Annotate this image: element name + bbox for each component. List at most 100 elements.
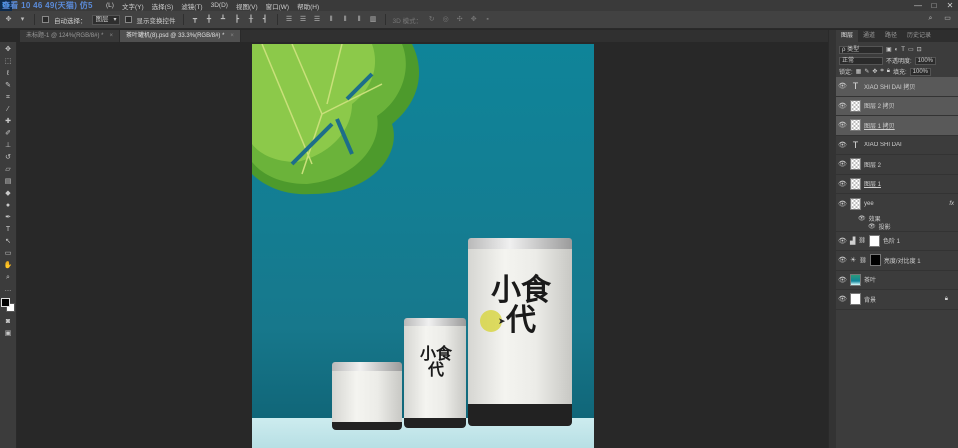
auto-align-icon[interactable]: ▥ bbox=[369, 16, 378, 24]
eye-icon[interactable]: 👁︎ bbox=[838, 102, 847, 110]
tab-layers[interactable]: 图层 bbox=[836, 30, 859, 42]
fx-badge[interactable]: fx bbox=[949, 201, 954, 207]
align-bottom-icon[interactable]: ┻ bbox=[219, 16, 228, 24]
canvas-area[interactable]: 小食代 小食代 ➤ bbox=[18, 42, 828, 448]
eye-icon[interactable]: 👁︎ bbox=[838, 160, 847, 168]
layer-kind-filter[interactable]: ρ 类型 bbox=[839, 45, 883, 54]
distribute-hcenter-icon[interactable]: ⦀ bbox=[341, 16, 350, 24]
eye-icon[interactable]: 👁︎ bbox=[838, 256, 847, 264]
filter-pixel-icon[interactable]: ▣ bbox=[886, 46, 892, 53]
hand-tool-icon[interactable]: ✋ bbox=[3, 260, 14, 272]
move-tool-icon[interactable]: ✥ bbox=[4, 16, 13, 24]
menu-item-3d[interactable]: 3D(D) bbox=[207, 2, 232, 9]
blend-mode-dropdown[interactable]: 正常 bbox=[839, 56, 883, 65]
layer-row[interactable]: 👁︎ ▟ ⛓︎ 色阶 1 bbox=[836, 232, 958, 251]
type-tool-icon[interactable]: T bbox=[3, 224, 14, 236]
filter-smart-icon[interactable]: ⊡ bbox=[917, 46, 922, 53]
eraser-tool-icon[interactable]: ▱ bbox=[3, 164, 14, 176]
layer-row[interactable]: 👁︎ yee fx bbox=[836, 194, 958, 214]
eye-icon[interactable]: 👁︎ bbox=[838, 180, 847, 188]
gradient-tool-icon[interactable]: ▤ bbox=[3, 176, 14, 188]
brush-tool-icon[interactable]: ✐ bbox=[3, 128, 14, 140]
layer-row[interactable]: 👁︎ 图层 2 bbox=[836, 155, 958, 175]
menu-item-window[interactable]: 窗口(W) bbox=[262, 1, 293, 11]
distribute-vcenter-icon[interactable]: ☰ bbox=[299, 16, 308, 24]
pen-tool-icon[interactable]: ✒ bbox=[3, 212, 14, 224]
eye-icon[interactable]: 👁︎ bbox=[858, 215, 866, 222]
lock-pixels-icon[interactable]: ▦ bbox=[856, 68, 862, 75]
opacity-field[interactable]: 100% bbox=[914, 56, 937, 65]
filter-adjust-icon[interactable]: ◐ bbox=[895, 47, 899, 53]
auto-select-checkbox[interactable] bbox=[42, 16, 49, 23]
layer-row[interactable]: 👁︎ 图层 1 拷贝 bbox=[836, 116, 958, 136]
color-swatches[interactable] bbox=[1, 298, 15, 312]
layer-row[interactable]: 👁︎ T XIAO SHI DAI bbox=[836, 136, 958, 155]
3d-rotate-icon[interactable]: ↻ bbox=[427, 16, 436, 24]
fill-field[interactable]: 100% bbox=[909, 67, 932, 76]
3d-scale-icon[interactable]: ▪ bbox=[483, 16, 492, 24]
lock-paint-icon[interactable]: ✎ bbox=[864, 68, 869, 75]
eye-icon[interactable]: 👁︎ bbox=[838, 200, 847, 208]
menu-item-filter[interactable]: 滤镜(T) bbox=[177, 1, 206, 11]
eye-icon[interactable]: 👁︎ bbox=[838, 295, 847, 303]
minimize-button[interactable]: — bbox=[910, 0, 926, 11]
menu-item-view[interactable]: 视图(V) bbox=[232, 1, 262, 11]
close-icon[interactable]: × bbox=[230, 30, 234, 42]
layer-row[interactable]: 👁︎ T XIAO SHI DAI 拷贝 bbox=[836, 77, 958, 97]
align-top-icon[interactable]: ┳ bbox=[191, 16, 200, 24]
distribute-right-icon[interactable]: ⦀ bbox=[355, 16, 364, 24]
eye-icon[interactable]: 👁︎ bbox=[838, 121, 847, 129]
chevron-down-icon[interactable]: ▾ bbox=[18, 16, 27, 24]
menu-item-help[interactable]: 帮助(H) bbox=[293, 1, 323, 11]
crop-tool-icon[interactable]: ⌗ bbox=[3, 92, 14, 104]
path-select-icon[interactable]: ↖ bbox=[3, 236, 14, 248]
distribute-bottom-icon[interactable]: ☰ bbox=[313, 16, 322, 24]
close-button[interactable]: ✕ bbox=[942, 0, 958, 11]
healing-brush-icon[interactable]: ✚ bbox=[3, 116, 14, 128]
effects-row[interactable]: 👁︎ 效果 bbox=[836, 214, 958, 223]
quick-mask-icon[interactable]: ◙ bbox=[3, 316, 14, 328]
layer-row[interactable]: 👁︎ 背景 🔒︎ bbox=[836, 290, 958, 310]
tab-channels[interactable]: 通道 bbox=[858, 30, 880, 42]
collapsed-panel-strip[interactable] bbox=[828, 30, 836, 448]
tab-history[interactable]: 历史记录 bbox=[902, 30, 936, 42]
workspace-icon[interactable]: ▭ bbox=[943, 15, 952, 23]
filter-type-icon[interactable]: T bbox=[901, 47, 905, 53]
clone-stamp-icon[interactable]: ⊥ bbox=[3, 140, 14, 152]
menu-item-select[interactable]: 选择(S) bbox=[148, 1, 178, 11]
search-icon[interactable]: ⌕ bbox=[926, 15, 935, 23]
filter-shape-icon[interactable]: ▭ bbox=[908, 46, 914, 53]
3d-roll-icon[interactable]: ◎ bbox=[441, 16, 450, 24]
marquee-tool-icon[interactable]: ⬚ bbox=[3, 56, 14, 68]
eye-icon[interactable]: 👁︎ bbox=[838, 82, 847, 90]
screen-mode-icon[interactable]: ▣ bbox=[3, 328, 14, 340]
3d-slide-icon[interactable]: ✥ bbox=[469, 16, 478, 24]
eye-icon[interactable]: 👁︎ bbox=[838, 237, 847, 245]
layer-row[interactable]: 👁︎ 图层 1 bbox=[836, 175, 958, 194]
foreground-color-swatch[interactable] bbox=[1, 298, 10, 307]
eyedropper-tool-icon[interactable]: ⁄ bbox=[3, 104, 14, 116]
tab-paths[interactable]: 路径 bbox=[880, 30, 902, 42]
menu-item-type[interactable]: 文字(Y) bbox=[118, 1, 148, 11]
drop-shadow-row[interactable]: 👁︎ 投影 bbox=[836, 223, 958, 232]
lasso-tool-icon[interactable]: ℓ bbox=[3, 68, 14, 80]
eye-icon[interactable]: 👁︎ bbox=[838, 141, 847, 149]
show-transform-checkbox[interactable] bbox=[124, 16, 132, 23]
shape-tool-icon[interactable]: ▭ bbox=[3, 248, 14, 260]
move-tool-icon[interactable]: ✥ bbox=[3, 44, 14, 56]
zoom-tool-icon[interactable]: ⌕ bbox=[3, 272, 14, 284]
blur-tool-icon[interactable]: ◆ bbox=[3, 188, 14, 200]
menu-item-layer[interactable]: (L) bbox=[102, 2, 118, 9]
quick-select-tool-icon[interactable]: ✎ bbox=[3, 80, 14, 92]
3d-drag-icon[interactable]: ✣ bbox=[455, 16, 464, 24]
tab-tea-can-psd[interactable]: 茶叶罐机(8).psd @ 33.3%(RGB/8#) * × bbox=[119, 30, 241, 42]
lock-artboard-icon[interactable]: ⌗ bbox=[880, 68, 883, 75]
more-tools-icon[interactable]: … bbox=[3, 284, 14, 296]
layer-row[interactable]: 👁︎ 茶叶 bbox=[836, 271, 958, 290]
layer-row[interactable]: 👁︎ 图层 2 拷贝 bbox=[836, 96, 958, 116]
close-icon[interactable]: × bbox=[109, 30, 113, 42]
eye-icon[interactable]: 👁︎ bbox=[868, 223, 876, 230]
distribute-top-icon[interactable]: ☰ bbox=[285, 16, 294, 24]
align-vcenter-icon[interactable]: ╋ bbox=[205, 16, 214, 24]
auto-select-dropdown[interactable]: 图层 bbox=[91, 14, 120, 25]
